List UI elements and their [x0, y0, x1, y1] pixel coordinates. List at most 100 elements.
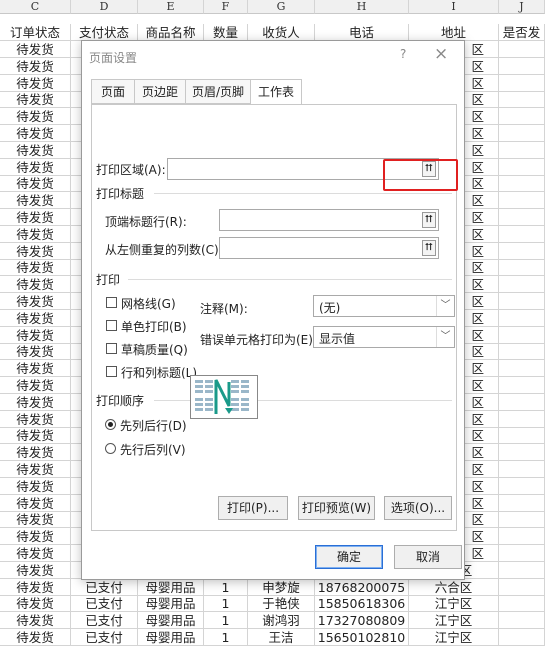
table-cell[interactable] — [499, 175, 545, 193]
table-cell[interactable] — [499, 410, 545, 428]
table-cell[interactable]: 待发货 — [0, 612, 71, 630]
over-then-down-radio[interactable] — [105, 443, 116, 454]
print-preview-button[interactable]: 打印预览(W) — [298, 496, 375, 520]
column-letter[interactable]: D — [71, 0, 138, 14]
table-cell[interactable] — [499, 360, 545, 378]
top-rows-field[interactable]: ⮅ — [219, 209, 439, 231]
table-cell[interactable]: 1 — [204, 595, 248, 613]
table-cell[interactable]: 已支付 — [71, 612, 138, 630]
table-cell[interactable] — [499, 427, 545, 445]
table-cell[interactable] — [499, 74, 545, 92]
table-cell[interactable] — [499, 595, 545, 613]
column-letter[interactable]: F — [204, 0, 248, 14]
table-cell[interactable]: 17327080809 — [315, 612, 409, 630]
table-cell[interactable]: 待发货 — [0, 545, 71, 562]
table-cell[interactable] — [499, 259, 545, 277]
table-cell[interactable] — [499, 343, 545, 361]
table-cell[interactable]: 待发货 — [0, 259, 71, 277]
gridlines-checkbox[interactable] — [106, 297, 117, 308]
range-picker-icon[interactable]: ⮅ — [422, 212, 436, 228]
table-cell[interactable]: 于艳侠 — [248, 595, 315, 613]
table-cell[interactable]: 王洁 — [248, 629, 315, 646]
table-cell[interactable]: 母婴用品 — [138, 629, 204, 646]
table-cell[interactable]: 待发货 — [0, 293, 71, 310]
help-button[interactable]: ? — [400, 47, 406, 61]
table-cell[interactable]: 待发货 — [0, 57, 71, 75]
table-cell[interactable]: 1 — [204, 578, 248, 596]
table-cell[interactable]: 待发货 — [0, 209, 71, 226]
column-letter[interactable]: H — [315, 0, 409, 14]
table-cell[interactable]: 1 — [204, 612, 248, 630]
table-cell[interactable]: 待发货 — [0, 192, 71, 210]
range-picker-icon[interactable]: ⮅ — [422, 240, 436, 256]
table-cell[interactable] — [499, 125, 545, 142]
header-cell[interactable]: 数量 — [204, 24, 248, 41]
table-cell[interactable]: 待发货 — [0, 141, 71, 159]
table-cell[interactable] — [499, 377, 545, 394]
table-cell[interactable]: 1 — [204, 629, 248, 646]
down-then-over-radio[interactable] — [105, 419, 116, 430]
table-cell[interactable]: 待发货 — [0, 309, 71, 327]
table-cell[interactable]: 待发货 — [0, 578, 71, 596]
header-cell[interactable]: 收货人 — [248, 24, 315, 41]
table-cell[interactable] — [499, 326, 545, 344]
table-cell[interactable]: 待发货 — [0, 393, 71, 411]
table-cell[interactable] — [499, 578, 545, 596]
table-cell[interactable]: 已支付 — [71, 578, 138, 596]
table-cell[interactable]: 已支付 — [71, 595, 138, 613]
tab-header-footer[interactable]: 页眉/页脚 — [185, 79, 251, 104]
table-cell[interactable] — [499, 461, 545, 478]
header-cell[interactable]: 商品名称 — [138, 24, 204, 41]
close-button[interactable]: × — [434, 44, 448, 64]
table-cell[interactable]: 15650102810 — [315, 629, 409, 646]
table-cell[interactable] — [499, 158, 545, 176]
table-cell[interactable] — [499, 293, 545, 310]
table-cell[interactable]: 待发货 — [0, 158, 71, 176]
table-cell[interactable]: 申梦旋 — [248, 578, 315, 596]
table-cell[interactable] — [499, 57, 545, 75]
table-cell[interactable]: 待发货 — [0, 41, 71, 58]
table-cell[interactable]: 待发货 — [0, 377, 71, 394]
table-cell[interactable] — [499, 225, 545, 243]
comments-select[interactable]: (无) ﹀ — [313, 295, 455, 317]
table-cell[interactable] — [499, 242, 545, 260]
table-cell[interactable] — [499, 528, 545, 546]
table-cell[interactable]: 待发货 — [0, 360, 71, 378]
table-cell[interactable]: 待发货 — [0, 561, 71, 579]
table-cell[interactable]: 待发货 — [0, 629, 71, 646]
table-cell[interactable] — [499, 276, 545, 294]
errors-select[interactable]: 显示值 ﹀ — [313, 326, 455, 348]
table-cell[interactable] — [499, 629, 545, 646]
header-cell[interactable]: 地址 — [409, 24, 499, 41]
table-cell[interactable]: 母婴用品 — [138, 612, 204, 630]
print-button[interactable]: 打印(P)... — [218, 496, 288, 520]
table-cell[interactable]: 母婴用品 — [138, 595, 204, 613]
table-cell[interactable]: 待发货 — [0, 74, 71, 92]
table-cell[interactable]: 待发货 — [0, 175, 71, 193]
table-cell[interactable] — [499, 477, 545, 495]
table-cell[interactable]: 待发货 — [0, 225, 71, 243]
table-cell[interactable] — [499, 612, 545, 630]
table-cell[interactable] — [499, 91, 545, 109]
column-letter[interactable]: C — [0, 0, 71, 14]
table-cell[interactable]: 待发货 — [0, 511, 71, 529]
header-cell[interactable]: 支付状态 — [71, 24, 138, 41]
table-cell[interactable]: 母婴用品 — [138, 578, 204, 596]
table-cell[interactable]: 江宁区 — [409, 595, 499, 613]
table-cell[interactable] — [499, 141, 545, 159]
left-columns-field[interactable]: ⮅ — [219, 237, 439, 259]
table-cell[interactable]: 谢鸿羽 — [248, 612, 315, 630]
ok-button[interactable]: 确定 — [315, 545, 383, 569]
column-letter[interactable]: J — [499, 0, 545, 14]
table-cell[interactable]: 待发货 — [0, 326, 71, 344]
table-cell[interactable] — [499, 192, 545, 210]
tab-sheet[interactable]: 工作表 — [250, 79, 302, 106]
table-cell[interactable]: 待发货 — [0, 242, 71, 260]
table-cell[interactable]: 待发货 — [0, 444, 71, 462]
header-cell[interactable]: 电话 — [315, 24, 409, 41]
table-cell[interactable] — [499, 209, 545, 226]
header-cell[interactable]: 是否发 — [499, 24, 545, 41]
column-letter[interactable]: E — [138, 0, 204, 14]
table-cell[interactable] — [499, 393, 545, 411]
table-cell[interactable]: 待发货 — [0, 528, 71, 546]
